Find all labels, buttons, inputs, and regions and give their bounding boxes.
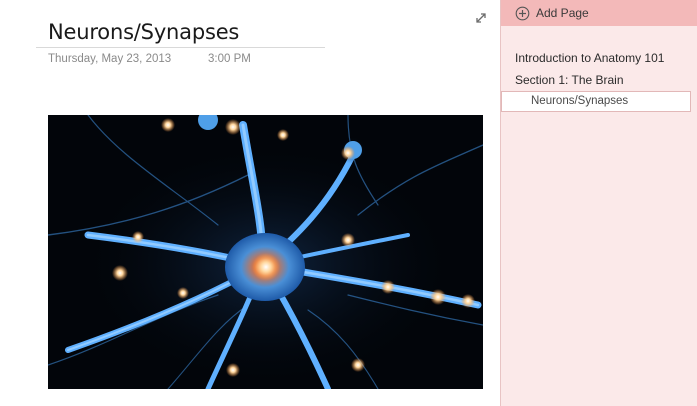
page-date: Thursday, May 23, 2013 bbox=[48, 53, 172, 65]
page-item-section-brain[interactable]: Section 1: The Brain bbox=[515, 73, 624, 87]
neuron-illustration bbox=[48, 115, 483, 389]
page-title[interactable]: Neurons/Synapses bbox=[48, 20, 239, 44]
page-item-introduction[interactable]: Introduction to Anatomy 101 bbox=[515, 51, 664, 65]
page-canvas: Neurons/Synapses Thursday, May 23, 2013 … bbox=[0, 0, 500, 406]
add-page-label: Add Page bbox=[536, 6, 589, 20]
add-icon bbox=[515, 6, 530, 20]
neuron-image[interactable] bbox=[48, 115, 483, 389]
add-page-button[interactable]: Add Page bbox=[501, 0, 697, 26]
page-item-neurons-selected[interactable]: Neurons/Synapses bbox=[501, 91, 691, 112]
page-time: 3:00 PM bbox=[208, 53, 251, 65]
expand-icon[interactable] bbox=[473, 10, 489, 26]
title-underline bbox=[36, 47, 325, 48]
page-list-panel: Add Page Introduction to Anatomy 101 Sec… bbox=[500, 0, 697, 406]
